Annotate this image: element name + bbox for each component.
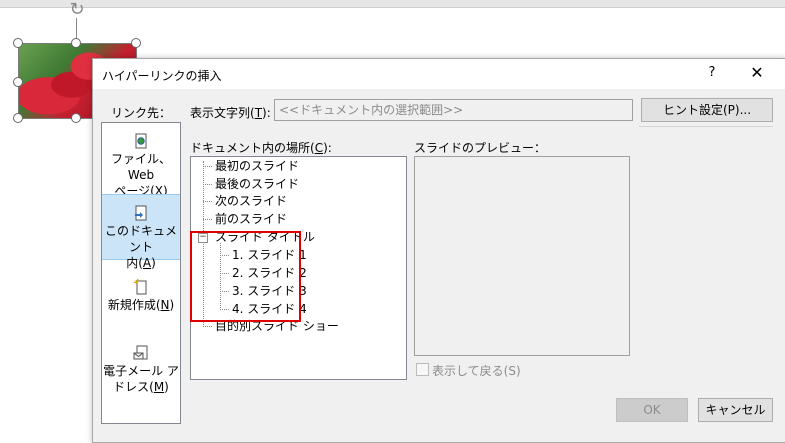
cancel-button[interactable]: キャンセル <box>698 398 773 422</box>
resize-handle[interactable] <box>131 38 141 48</box>
rotate-handle-icon[interactable]: ↻ <box>67 0 87 20</box>
new-document-icon <box>133 279 147 295</box>
show-and-return-checkbox[interactable] <box>416 363 429 376</box>
place-in-document-label: ドキュメント内の場所(C): <box>190 141 332 155</box>
highlight-annotation-box <box>190 231 301 322</box>
link-item-label: 新規作成(N) <box>107 298 175 312</box>
link-item-label: 内(A) <box>126 256 156 270</box>
link-email-address[interactable]: 電子メール ア ドレス(M) <box>102 345 180 405</box>
slide-preview-label: スライドのプレビュー： <box>414 141 547 155</box>
link-item-label: 電子メール ア <box>103 364 179 378</box>
tree-item-last-slide[interactable]: 最後のスライド <box>215 176 299 192</box>
resize-handle[interactable] <box>71 38 81 48</box>
tree-item-previous-slide[interactable]: 前のスライド <box>215 211 287 227</box>
help-button[interactable]: ? <box>701 65 723 83</box>
tree-item-first-slide[interactable]: 最初のスライド <box>215 158 299 174</box>
tree-connector <box>203 326 212 327</box>
link-existing-file-web-page[interactable]: ファイル、Web ページ(X) <box>102 133 180 198</box>
dialog-title: ハイパーリンクの挿入 <box>102 69 222 83</box>
insert-hyperlink-dialog: ハイパーリンクの挿入 ? ✕ リンク先： 表示文字列(T): <<ドキュメント内… <box>92 58 785 443</box>
web-page-icon <box>135 133 147 149</box>
tree-connector <box>203 184 212 185</box>
link-place-in-document[interactable]: このドキュメント 内(A) <box>102 194 180 270</box>
link-create-new-document[interactable]: 新規作成(N) <box>102 279 180 329</box>
link-item-label: このドキュメント <box>104 224 177 254</box>
tree-item-next-slide[interactable]: 次のスライド <box>215 193 287 209</box>
rotate-stem <box>76 18 77 40</box>
show-and-return-label: 表示して戻る(S) <box>432 364 521 378</box>
screen-tip-button[interactable]: ヒント設定(P)... <box>641 98 773 122</box>
link-item-label: ドレス(M) <box>113 380 169 394</box>
tree-connector <box>203 166 212 167</box>
title-bar: ハイパーリンクの挿入 ? ✕ <box>93 59 785 89</box>
document-icon <box>135 205 147 221</box>
resize-handle[interactable] <box>13 38 23 48</box>
link-to-label: リンク先： <box>111 106 172 120</box>
email-icon <box>133 345 148 360</box>
close-button[interactable]: ✕ <box>743 63 771 85</box>
display-text-input[interactable]: <<ドキュメント内の選択範囲>> <box>274 99 633 121</box>
resize-handle[interactable] <box>71 113 81 123</box>
link-item-label: ファイル、Web <box>110 152 171 182</box>
link-to-bar: ファイル、Web ページ(X) このドキュメント 内(A) 新規作成(N) 電子… <box>101 122 181 424</box>
top-strip <box>0 0 785 8</box>
resize-handle[interactable] <box>13 77 23 87</box>
tree-connector <box>203 219 212 220</box>
tree-connector <box>203 201 212 202</box>
display-text-label: 表示文字列(T): <box>190 106 271 120</box>
separator <box>639 126 773 127</box>
resize-handle[interactable] <box>13 113 23 123</box>
ok-button[interactable]: OK <box>616 398 688 422</box>
slide-preview-pane <box>414 156 630 356</box>
